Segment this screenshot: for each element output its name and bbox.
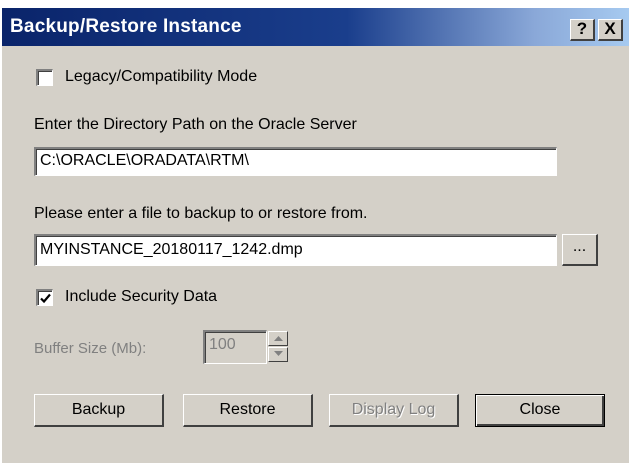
legacy-mode-label[interactable]: Legacy/Compatibility Mode <box>65 68 257 86</box>
directory-label: Enter the Directory Path on the Oracle S… <box>34 116 357 133</box>
backup-button[interactable]: Backup <box>34 394 164 427</box>
directory-input[interactable]: C:\ORACLE\ORADATA\RTM\ <box>34 147 557 176</box>
dialog-body: Legacy/Compatibility Mode Enter the Dire… <box>2 46 629 463</box>
window-title: Backup/Restore Instance <box>10 16 242 37</box>
file-input[interactable]: MYINSTANCE_20180117_1242.dmp <box>34 234 557 266</box>
buffer-size-label: Buffer Size (Mb): <box>34 340 147 357</box>
buffer-size-input[interactable]: 100 <box>203 330 267 364</box>
arrow-down-icon <box>274 351 283 356</box>
close-icon: X <box>604 19 616 38</box>
legacy-mode-checkbox[interactable] <box>36 69 53 86</box>
security-checkbox[interactable] <box>36 289 53 306</box>
help-button[interactable]: ? <box>570 19 595 41</box>
restore-button[interactable]: Restore <box>183 394 313 427</box>
display-log-button[interactable]: Display Log <box>329 394 459 427</box>
close-window-button[interactable]: X <box>598 19 623 41</box>
check-icon <box>40 293 51 304</box>
buffer-size-spin-up[interactable] <box>268 331 288 346</box>
help-icon: ? <box>576 19 588 38</box>
file-label: Please enter a file to backup to or rest… <box>34 205 368 222</box>
close-button[interactable]: Close <box>475 394 605 427</box>
backup-restore-dialog: Backup/Restore Instance ? X Legacy/Compa… <box>0 0 630 463</box>
browse-button[interactable]: ... <box>562 234 598 266</box>
title-bar[interactable]: Backup/Restore Instance ? X <box>2 8 629 46</box>
buffer-size-spin-down[interactable] <box>268 347 288 362</box>
arrow-up-icon <box>274 336 283 341</box>
security-label[interactable]: Include Security Data <box>65 288 217 306</box>
